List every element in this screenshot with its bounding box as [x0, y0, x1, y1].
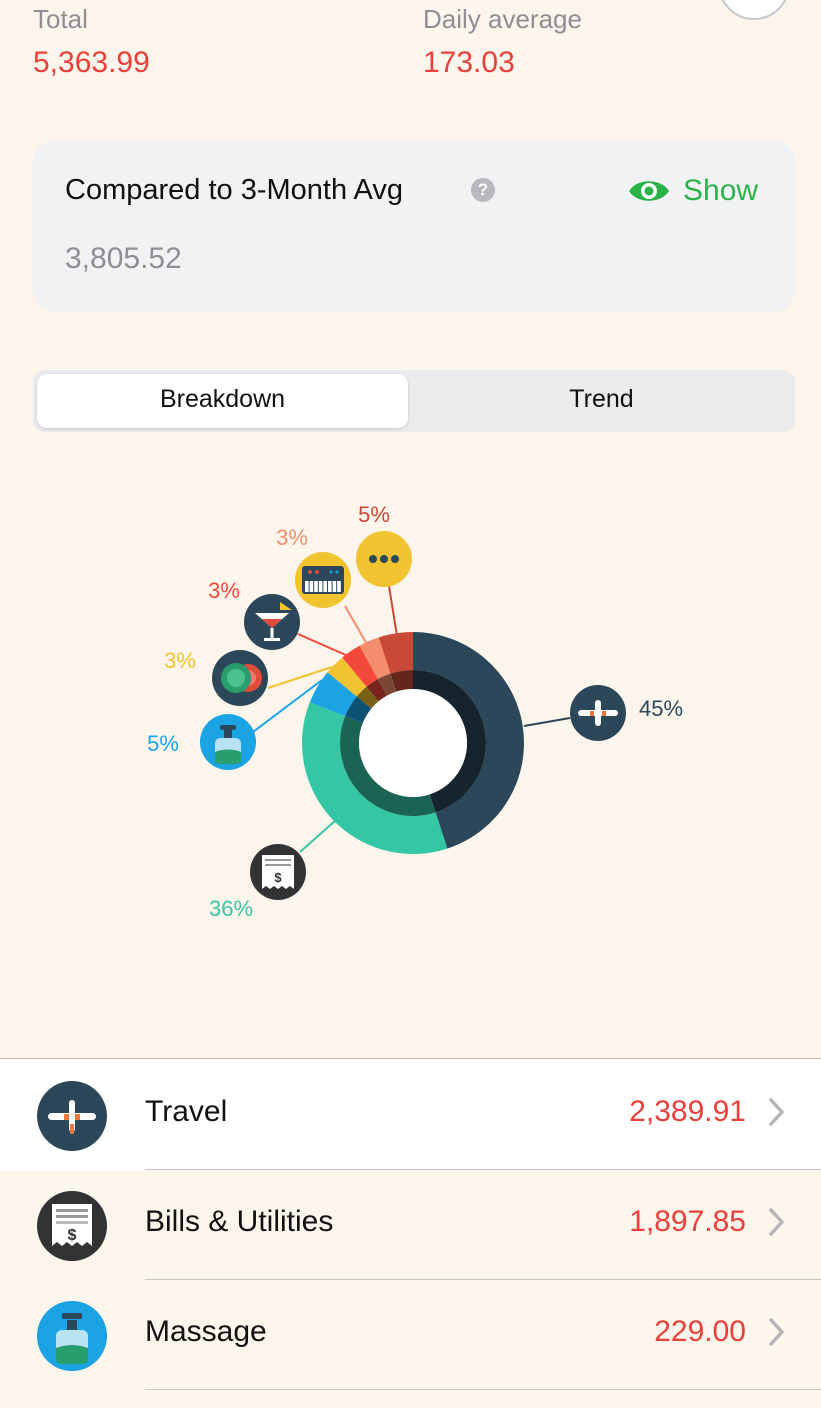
svg-text:$: $: [68, 1227, 77, 1244]
receipt-icon: $: [37, 1191, 107, 1261]
chevron-right-icon: [769, 1208, 784, 1236]
donut-hole: [359, 689, 467, 797]
view-segmented-control: Breakdown Trend: [33, 370, 795, 432]
row-label: Bills & Utilities: [145, 1205, 334, 1238]
tab-trend[interactable]: Trend: [412, 374, 791, 428]
row-value: 1,897.85: [629, 1205, 746, 1238]
percent-label-0: 45%: [639, 696, 683, 721]
chevron-right-icon: [769, 1318, 784, 1346]
category-row-travel[interactable]: Travel 2,389.91: [0, 1060, 821, 1170]
airplane-icon: [37, 1081, 107, 1151]
compare-title: Compared to 3-Month Avg: [65, 174, 403, 206]
compare-card: Compared to 3-Month Avg ? Show 3,805.52: [33, 140, 795, 312]
summary-stats: Total 5,363.99 Daily average 173.03: [0, 0, 821, 100]
category-row-bills[interactable]: $ Bills & Utilities 1,897.85: [0, 1170, 821, 1280]
percent-label-6: 5%: [358, 502, 390, 527]
callout-line-4: [297, 633, 349, 657]
percent-label-5: 3%: [276, 525, 308, 550]
airplane-icon: [570, 685, 626, 741]
more-dots-icon: [356, 531, 412, 587]
percent-label-1: 36%: [209, 896, 253, 921]
total-value: 5,363.99: [33, 46, 150, 79]
help-icon[interactable]: ?: [471, 178, 495, 202]
daily-average-value: 173.03: [423, 46, 515, 79]
row-label: Travel: [145, 1095, 228, 1128]
cocktail-icon: [244, 594, 300, 650]
eye-icon: [629, 181, 669, 201]
percent-label-3: 3%: [164, 648, 196, 673]
top-circle-button[interactable]: [718, 0, 790, 20]
casino-chips-icon: [212, 650, 268, 706]
row-label: Massage: [145, 1315, 267, 1348]
receipt-icon: $: [250, 844, 306, 900]
tab-trend-label: Trend: [569, 385, 634, 413]
row-separator: [145, 1389, 821, 1390]
tab-breakdown-label: Breakdown: [159, 385, 286, 413]
breakdown-donut-chart: 45% $36% 5% 3% 3% 3% 5%: [147, 502, 683, 921]
callout-line-0: [523, 717, 571, 727]
show-label: Show: [683, 174, 759, 207]
chevron-right-icon: [769, 1098, 784, 1126]
tab-breakdown[interactable]: Breakdown: [37, 374, 408, 428]
list-divider: [0, 1058, 821, 1059]
keyboard-synth-icon: [295, 552, 351, 608]
percent-label-4: 3%: [208, 578, 240, 603]
percent-label-2: 5%: [147, 731, 179, 756]
svg-text:$: $: [274, 870, 282, 885]
row-value: 2,389.91: [629, 1095, 746, 1128]
daily-average-label: Daily average: [423, 4, 582, 34]
row-value: 229.00: [654, 1315, 746, 1348]
callout-line-6: [388, 585, 398, 637]
total-label: Total: [33, 4, 88, 34]
category-row-massage[interactable]: Massage 229.00: [0, 1280, 821, 1390]
lotion-bottle-icon: [200, 714, 256, 770]
compare-value: 3,805.52: [65, 242, 182, 275]
callout-line-1: [299, 819, 337, 853]
callout-line-5: [344, 605, 369, 647]
lotion-bottle-icon: [37, 1301, 107, 1371]
